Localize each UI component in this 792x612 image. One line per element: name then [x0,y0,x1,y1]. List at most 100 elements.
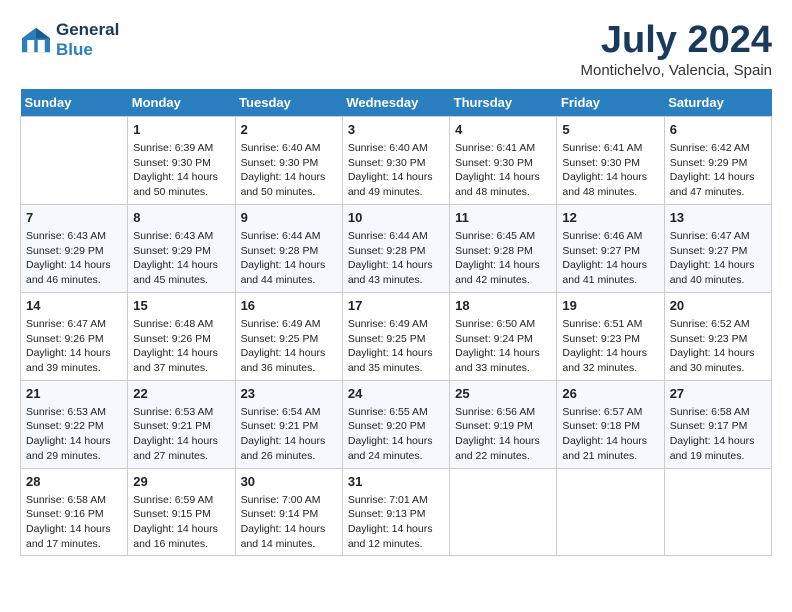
calendar-cell: 24Sunrise: 6:55 AM Sunset: 9:20 PM Dayli… [342,380,449,468]
calendar-cell: 26 Sunrise: 6:57 AM Sunset: 9:18 PM Dayli… [557,380,664,468]
calendar-cell: 5 Sunrise: 6:41 AM Sunset: 9:30 PM Daylig… [557,116,664,204]
day-info: Sunrise: 6:53 AM Sunset: 9:22 PM Dayligh… [26,405,122,464]
logo-icon [20,26,52,54]
calendar-cell: 2 Sunrise: 6:40 AM Sunset: 9:30 PM Daylig… [235,116,342,204]
day-number: 18 [455,297,551,315]
day-number: 20 [670,297,766,315]
calendar-cell: 12 Sunrise: 6:46 AM Sunset: 9:27 PM Dayli… [557,204,664,292]
day-number: 29 [133,473,229,491]
col-header-friday: Friday [557,89,664,117]
day-number: 22 [133,385,229,403]
calendar-cell: 6Sunrise: 6:42 AM Sunset: 9:29 PM Daylig… [664,116,771,204]
day-info: Sunrise: 6:39 AM Sunset: 9:30 PM Dayligh… [133,141,229,200]
calendar-cell: 8 Sunrise: 6:43 AM Sunset: 9:29 PM Daylig… [128,204,235,292]
day-number: 28 [26,473,122,491]
calendar-header-row: SundayMondayTuesdayWednesdayThursdayFrid… [21,89,772,117]
calendar-cell: 13Sunrise: 6:47 AM Sunset: 9:27 PM Dayli… [664,204,771,292]
day-info: Sunrise: 6:49 AM Sunset: 9:25 PM Dayligh… [241,317,337,376]
day-number: 26 [562,385,658,403]
day-number: 1 [133,121,229,139]
calendar-week-row: 7 Sunrise: 6:43 AM Sunset: 9:29 PM Daylig… [21,204,772,292]
calendar-cell: 29 Sunrise: 6:59 AM Sunset: 9:15 PM Dayli… [128,468,235,556]
calendar-cell: 14Sunrise: 6:47 AM Sunset: 9:26 PM Dayli… [21,292,128,380]
col-header-wednesday: Wednesday [342,89,449,117]
day-number: 23 [241,385,337,403]
day-info: Sunrise: 6:54 AM Sunset: 9:21 PM Dayligh… [241,405,337,464]
day-info: Sunrise: 6:48 AM Sunset: 9:26 PM Dayligh… [133,317,229,376]
day-info: Sunrise: 7:00 AM Sunset: 9:14 PM Dayligh… [241,493,337,552]
calendar-cell: 7 Sunrise: 6:43 AM Sunset: 9:29 PM Daylig… [21,204,128,292]
day-number: 19 [562,297,658,315]
day-info: Sunrise: 6:45 AM Sunset: 9:28 PM Dayligh… [455,229,551,288]
calendar-cell: 9 Sunrise: 6:44 AM Sunset: 9:28 PM Daylig… [235,204,342,292]
day-info: Sunrise: 6:44 AM Sunset: 9:28 PM Dayligh… [241,229,337,288]
calendar-cell [450,468,557,556]
day-number: 12 [562,209,658,227]
day-info: Sunrise: 6:44 AM Sunset: 9:28 PM Dayligh… [348,229,444,288]
calendar-cell: 15 Sunrise: 6:48 AM Sunset: 9:26 PM Dayli… [128,292,235,380]
calendar-cell: 10Sunrise: 6:44 AM Sunset: 9:28 PM Dayli… [342,204,449,292]
day-number: 2 [241,121,337,139]
day-info: Sunrise: 6:41 AM Sunset: 9:30 PM Dayligh… [562,141,658,200]
day-number: 30 [241,473,337,491]
calendar-cell: 21 Sunrise: 6:53 AM Sunset: 9:22 PM Dayli… [21,380,128,468]
day-info: Sunrise: 6:40 AM Sunset: 9:30 PM Dayligh… [241,141,337,200]
day-number: 8 [133,209,229,227]
day-info: Sunrise: 6:52 AM Sunset: 9:23 PM Dayligh… [670,317,766,376]
day-number: 3 [348,121,444,139]
calendar-cell: 17Sunrise: 6:49 AM Sunset: 9:25 PM Dayli… [342,292,449,380]
calendar-cell: 4 Sunrise: 6:41 AM Sunset: 9:30 PM Daylig… [450,116,557,204]
day-info: Sunrise: 6:57 AM Sunset: 9:18 PM Dayligh… [562,405,658,464]
day-info: Sunrise: 6:55 AM Sunset: 9:20 PM Dayligh… [348,405,444,464]
day-info: Sunrise: 6:58 AM Sunset: 9:17 PM Dayligh… [670,405,766,464]
calendar-body: 1 Sunrise: 6:39 AM Sunset: 9:30 PM Daylig… [21,116,772,556]
day-number: 6 [670,121,766,139]
title-block: July 2024 Montichelvo, Valencia, Spain [581,20,773,79]
calendar-cell: 28 Sunrise: 6:58 AM Sunset: 9:16 PM Dayli… [21,468,128,556]
day-number: 9 [241,209,337,227]
day-info: Sunrise: 6:49 AM Sunset: 9:25 PM Dayligh… [348,317,444,376]
calendar-cell: 27 Sunrise: 6:58 AM Sunset: 9:17 PM Dayli… [664,380,771,468]
calendar-cell [21,116,128,204]
day-number: 11 [455,209,551,227]
day-info: Sunrise: 6:51 AM Sunset: 9:23 PM Dayligh… [562,317,658,376]
calendar-cell [557,468,664,556]
col-header-saturday: Saturday [664,89,771,117]
day-number: 15 [133,297,229,315]
calendar-table: SundayMondayTuesdayWednesdayThursdayFrid… [20,89,772,557]
day-info: Sunrise: 6:58 AM Sunset: 9:16 PM Dayligh… [26,493,122,552]
calendar-cell: 31Sunrise: 7:01 AM Sunset: 9:13 PM Dayli… [342,468,449,556]
day-info: Sunrise: 6:56 AM Sunset: 9:19 PM Dayligh… [455,405,551,464]
page-header: General Blue July 2024 Montichelvo, Vale… [20,20,772,79]
day-info: Sunrise: 6:41 AM Sunset: 9:30 PM Dayligh… [455,141,551,200]
day-info: Sunrise: 6:59 AM Sunset: 9:15 PM Dayligh… [133,493,229,552]
day-info: Sunrise: 6:47 AM Sunset: 9:27 PM Dayligh… [670,229,766,288]
day-info: Sunrise: 6:43 AM Sunset: 9:29 PM Dayligh… [26,229,122,288]
calendar-cell [664,468,771,556]
day-info: Sunrise: 6:53 AM Sunset: 9:21 PM Dayligh… [133,405,229,464]
logo: General Blue [20,20,119,60]
day-info: Sunrise: 6:46 AM Sunset: 9:27 PM Dayligh… [562,229,658,288]
day-info: Sunrise: 6:47 AM Sunset: 9:26 PM Dayligh… [26,317,122,376]
calendar-cell: 3 Sunrise: 6:40 AM Sunset: 9:30 PM Daylig… [342,116,449,204]
day-number: 5 [562,121,658,139]
calendar-week-row: 28 Sunrise: 6:58 AM Sunset: 9:16 PM Dayli… [21,468,772,556]
day-number: 7 [26,209,122,227]
calendar-cell: 30 Sunrise: 7:00 AM Sunset: 9:14 PM Dayli… [235,468,342,556]
col-header-monday: Monday [128,89,235,117]
location-subtitle: Montichelvo, Valencia, Spain [581,62,773,79]
day-number: 21 [26,385,122,403]
col-header-sunday: Sunday [21,89,128,117]
day-info: Sunrise: 6:50 AM Sunset: 9:24 PM Dayligh… [455,317,551,376]
calendar-cell: 18 Sunrise: 6:50 AM Sunset: 9:24 PM Dayli… [450,292,557,380]
day-number: 27 [670,385,766,403]
day-info: Sunrise: 6:40 AM Sunset: 9:30 PM Dayligh… [348,141,444,200]
col-header-thursday: Thursday [450,89,557,117]
calendar-cell: 25Sunrise: 6:56 AM Sunset: 9:19 PM Dayli… [450,380,557,468]
calendar-cell: 20 Sunrise: 6:52 AM Sunset: 9:23 PM Dayli… [664,292,771,380]
day-number: 16 [241,297,337,315]
day-info: Sunrise: 6:43 AM Sunset: 9:29 PM Dayligh… [133,229,229,288]
calendar-week-row: 1 Sunrise: 6:39 AM Sunset: 9:30 PM Daylig… [21,116,772,204]
calendar-cell: 16 Sunrise: 6:49 AM Sunset: 9:25 PM Dayli… [235,292,342,380]
day-number: 4 [455,121,551,139]
